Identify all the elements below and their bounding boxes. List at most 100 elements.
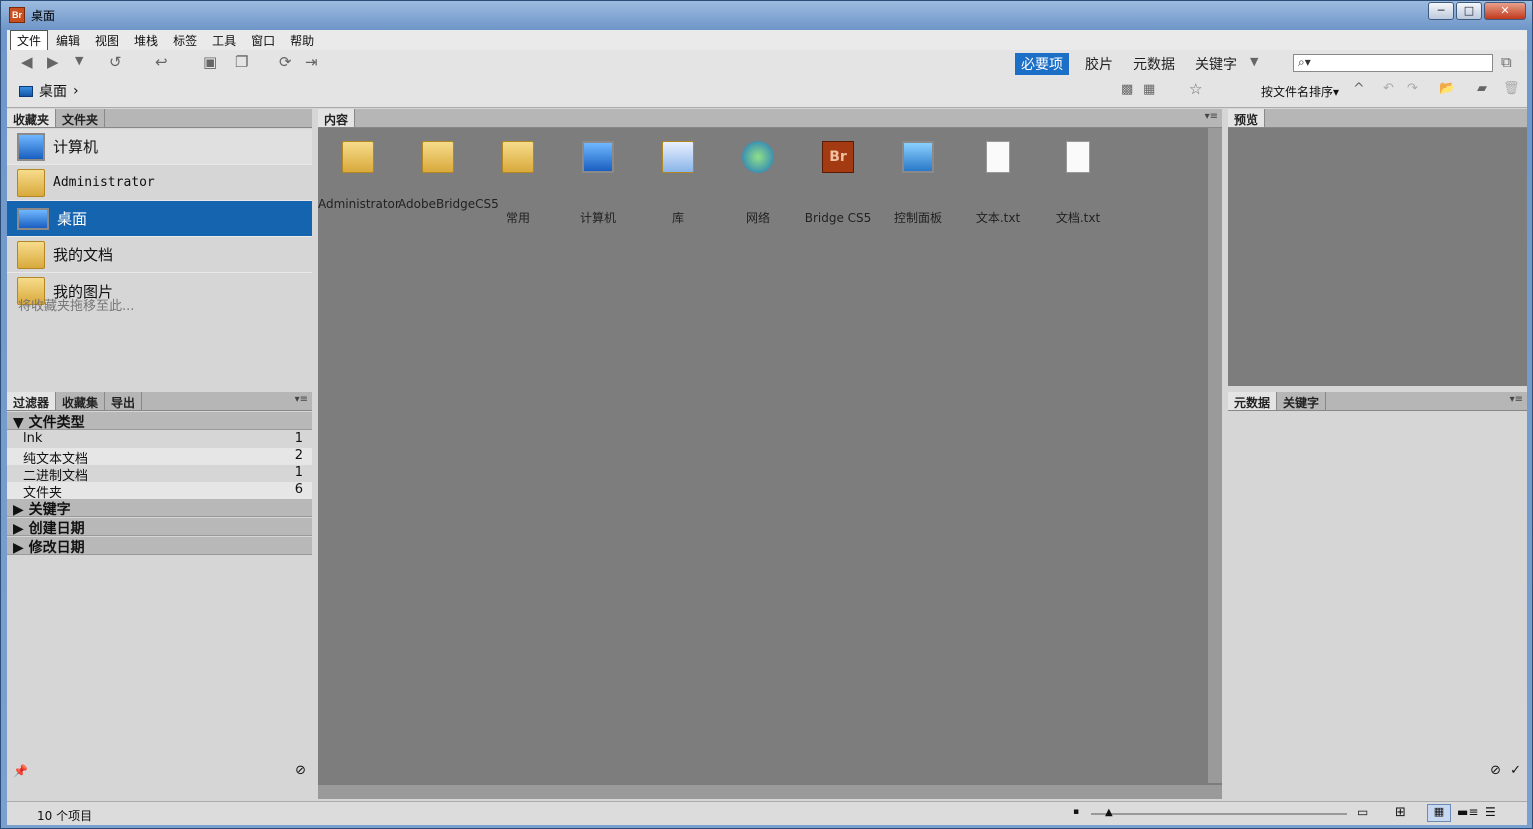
workspace-filmstrip[interactable]: 胶片 [1079, 53, 1119, 75]
filter-section-keywords[interactable]: ▶ 关键字 [7, 499, 312, 518]
tab-preview[interactable]: 预览 [1228, 109, 1266, 127]
clear-filter-icon[interactable]: ⊘ [295, 763, 306, 778]
item-name: 控制面板 [893, 211, 942, 225]
tab-export[interactable]: 导出 [105, 392, 143, 410]
workspace-keywords[interactable]: 关键字 [1189, 53, 1243, 75]
workspace-metadata[interactable]: 元数据 [1127, 53, 1181, 75]
panel-menu-icon[interactable]: ▾≡ [295, 394, 308, 405]
slider-thumb[interactable]: ▲ [1105, 807, 1113, 818]
tab-filter[interactable]: 过滤器 [7, 392, 57, 410]
filter-section-created[interactable]: ▶ 创建日期 [7, 518, 312, 537]
folder-icon [422, 141, 454, 173]
item-name: 网络 [745, 211, 770, 225]
horizontal-scrollbar[interactable] [318, 785, 1222, 799]
grid-lock-icon[interactable]: ⊞ [1395, 805, 1406, 820]
content-item[interactable]: 常用 [478, 141, 558, 225]
filter-row[interactable]: 文件夹 6 [7, 482, 312, 501]
menu-edit[interactable]: 编辑 [49, 30, 87, 51]
panel-menu-icon[interactable]: ▾≡ [1205, 111, 1218, 122]
vertical-scrollbar[interactable] [1208, 128, 1222, 783]
star-icon[interactable]: ☆ [1189, 80, 1202, 98]
compact-mode-icon[interactable]: ⧉ [1501, 53, 1512, 71]
thumbnail-view-icon[interactable]: ▦ [1427, 804, 1451, 822]
content-item[interactable]: Br Bridge CS5 [798, 141, 878, 225]
boomerang-icon[interactable]: ↩ [155, 53, 168, 71]
content-item[interactable]: AdobeBridgeCS5 [398, 141, 499, 211]
tab-favorites[interactable]: 收藏夹 [7, 109, 57, 127]
output-icon[interactable]: ⇥ [305, 53, 318, 71]
recent-folders-icon[interactable]: ↺ [109, 53, 122, 71]
tab-metadata[interactable]: 元数据 [1228, 392, 1278, 410]
content-item[interactable]: 网络 [718, 141, 798, 225]
filter-row[interactable]: 二进制文档 1 [7, 465, 312, 484]
favorites-panel: 收藏夹 文件夹 计算机 Administrator 桌面 我的文档 我的图片 将… [7, 109, 312, 386]
trash-icon[interactable]: 🗑 [1503, 81, 1520, 96]
menu-window[interactable]: 窗口 [244, 30, 282, 51]
new-folder-icon[interactable]: ▰ [1477, 81, 1487, 96]
back-arrow-icon[interactable]: ◀ [21, 53, 33, 71]
panel-menu-icon[interactable]: ▾≡ [1510, 394, 1523, 405]
menu-help[interactable]: 帮助 [283, 30, 321, 51]
menu-tools[interactable]: 工具 [205, 30, 243, 51]
favorite-administrator[interactable]: Administrator [7, 165, 312, 201]
breadcrumb-desktop[interactable]: 桌面 [39, 81, 67, 101]
rotate-left-icon[interactable]: ↶ [1383, 81, 1394, 96]
cancel-icon[interactable]: ⊘ [1490, 763, 1501, 778]
favorite-desktop[interactable]: 桌面 [7, 201, 312, 237]
tab-collections[interactable]: 收藏集 [56, 392, 106, 410]
menu-view[interactable]: 视图 [88, 30, 126, 51]
tab-folders[interactable]: 文件夹 [56, 109, 106, 127]
rotate-icon[interactable]: ⟳ [279, 53, 292, 71]
favorite-documents[interactable]: 我的文档 [7, 237, 312, 273]
content-item[interactable]: 文本.txt [958, 141, 1038, 225]
favorite-label: Administrator [53, 175, 155, 190]
sort-ascending-icon[interactable]: ^ [1353, 81, 1365, 97]
camera-import-icon[interactable]: ▣ [203, 53, 217, 71]
section-label: 关键字 [28, 502, 71, 518]
forward-arrow-icon[interactable]: ▶ [47, 53, 59, 71]
filter-rating-icon[interactable]: ▦ [1143, 82, 1155, 97]
content-item[interactable]: 计算机 [558, 141, 638, 225]
rotate-right-icon[interactable]: ↷ [1407, 81, 1418, 96]
sort-by-filename[interactable]: 按文件名排序▾ [1261, 83, 1339, 100]
menu-label[interactable]: 标签 [166, 30, 204, 51]
content-item[interactable]: Administrator [318, 141, 400, 211]
workspace-menu-chevron-icon[interactable]: ▼ [1250, 55, 1258, 68]
content-item[interactable]: 文档.txt [1038, 141, 1118, 225]
menu-stack[interactable]: 堆栈 [127, 30, 165, 51]
content-item[interactable]: 控制面板 [878, 141, 958, 225]
thumbnail-size-slider[interactable] [1091, 813, 1347, 815]
content-item[interactable]: 库 [638, 141, 718, 225]
item-name: AdobeBridgeCS5 [398, 197, 499, 211]
sort-chevron-icon: ▾ [1333, 85, 1340, 99]
chevron-right-icon[interactable]: › [73, 83, 79, 99]
search-input[interactable]: ⌕▾ [1293, 54, 1493, 72]
text-file-icon [986, 141, 1010, 173]
copy-icon[interactable]: ❐ [235, 53, 248, 71]
favorite-computer[interactable]: 计算机 [7, 129, 312, 165]
list-view-icon[interactable]: ☰ [1485, 805, 1496, 819]
open-recent-icon[interactable]: 📂 [1439, 81, 1455, 96]
minimize-button[interactable]: ─ [1428, 2, 1454, 20]
menu-file[interactable]: 文件 [10, 29, 49, 51]
pin-icon[interactable]: 📌 [13, 764, 28, 778]
item-name: 常用 [505, 211, 530, 225]
quality-icon[interactable]: ▩ [1121, 82, 1133, 97]
library-icon [662, 141, 694, 173]
filter-section-filetype[interactable]: ▼ 文件类型 [7, 412, 312, 431]
maximize-button[interactable]: □ [1456, 2, 1482, 20]
details-view-icon[interactable]: ▬≡ [1457, 805, 1478, 819]
filter-section-modified[interactable]: ▶ 修改日期 [7, 537, 312, 556]
filter-row[interactable]: lnk 1 [7, 431, 312, 448]
workspace-essentials[interactable]: 必要项 [1015, 53, 1069, 75]
item-name: Administrator [318, 197, 400, 211]
item-name: Bridge CS5 [804, 211, 872, 225]
close-button[interactable]: ✕ [1484, 2, 1526, 20]
filter-row[interactable]: 纯文本文档 2 [7, 448, 312, 467]
search-icon: ⌕▾ [1298, 55, 1311, 69]
apply-check-icon[interactable]: ✓ [1510, 763, 1521, 778]
user-folder-icon [342, 141, 374, 173]
chevron-down-icon[interactable]: ▼ [75, 54, 83, 67]
tab-keywords[interactable]: 关键字 [1277, 392, 1327, 410]
tab-content[interactable]: 内容 [318, 109, 356, 127]
